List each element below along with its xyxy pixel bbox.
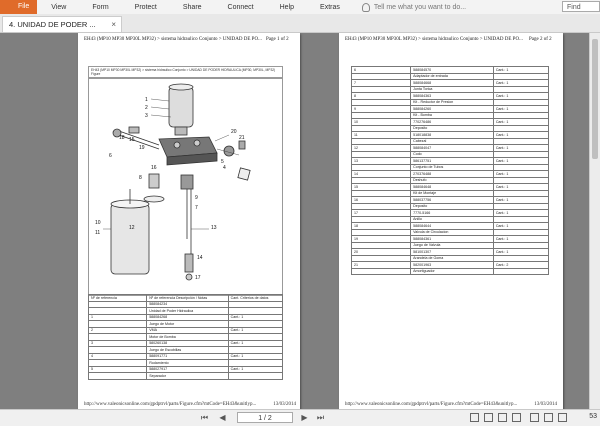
callout-label: 2 xyxy=(145,105,148,111)
menu-share[interactable]: Share xyxy=(169,4,214,11)
first-page-icon[interactable]: ⏮ xyxy=(200,413,209,422)
table-cell xyxy=(350,267,412,275)
scrollbar-thumb[interactable] xyxy=(592,39,598,159)
callout-label: 12 xyxy=(129,225,135,231)
find-input[interactable]: Find xyxy=(562,1,600,12)
page-number: Page 2 of 2 xyxy=(529,37,552,42)
callout-label: 16 xyxy=(151,165,157,171)
callout-label: 21 xyxy=(239,135,245,141)
table-row: Amortiguador xyxy=(350,267,550,275)
footer-date: 13/03/2014 xyxy=(534,402,557,407)
menu-file[interactable]: File xyxy=(0,0,38,14)
figure-title: EH43 (MP10 MP30 MP30L MP32) > sistema hi… xyxy=(88,66,283,78)
callout-label: 13 xyxy=(211,225,217,231)
tell-me-search[interactable]: Tell me what you want to do... xyxy=(361,2,467,12)
footer-url: http://www.valeonicsonline.com/gpdptrvl/… xyxy=(84,402,257,407)
page-header: EH43 (MP10 MP30 MP30L MP32) > sistema hi… xyxy=(345,37,552,42)
pdf-page-2: EH43 (MP10 MP30 MP30L MP32) > sistema hi… xyxy=(339,33,563,410)
page-number-input[interactable]: 1 / 2 xyxy=(237,412,293,423)
tab-bar: 4. UNIDAD DE PODER ... × xyxy=(0,14,600,33)
table-cell xyxy=(227,372,284,380)
callout-label: 8 xyxy=(139,175,142,181)
zoom-level[interactable]: 53 xyxy=(589,413,597,420)
menu-connect[interactable]: Connect xyxy=(214,4,266,11)
callout-label: 7 xyxy=(195,205,198,211)
footer-url: http://www.valeonicsonline.com/gpdptrvl/… xyxy=(345,402,518,407)
continuous-facing-view-icon[interactable] xyxy=(512,413,521,422)
hydraulic-unit-drawing: 1 2 3 4 5 6 7 8 9 10 11 12 13 14 15 16 1 xyxy=(95,83,251,281)
page-footer: http://www.valeonicsonline.com/gpdptrvl/… xyxy=(84,402,296,407)
callout-label: 9 xyxy=(195,195,198,201)
menu-extras[interactable]: Extras xyxy=(306,4,352,11)
menu-help[interactable]: Help xyxy=(266,4,306,11)
callout-label: 1 xyxy=(145,97,148,103)
table-cell xyxy=(492,267,550,275)
last-page-icon[interactable]: ⏭ xyxy=(316,413,325,422)
page-number: Page 1 of 2 xyxy=(266,37,289,42)
table-row: Separador xyxy=(87,372,284,380)
callout-label: 17 xyxy=(195,275,201,281)
callout-label: 15 xyxy=(129,137,135,143)
tab-title: 4. UNIDAD DE PODER ... xyxy=(9,20,96,29)
callout-label: 6 xyxy=(109,153,112,159)
footer-date: 13/03/2014 xyxy=(273,402,296,407)
facing-view-icon[interactable] xyxy=(498,413,507,422)
document-viewer[interactable]: EH43 (MP10 MP30 MP30L MP32) > sistema hi… xyxy=(0,33,600,410)
callout-label: 19 xyxy=(139,145,145,151)
close-icon[interactable]: × xyxy=(111,17,116,33)
page-footer: http://www.valeonicsonline.com/gpdptrvl/… xyxy=(345,402,557,407)
callout-label: 10 xyxy=(95,220,101,226)
table-cell xyxy=(87,372,148,380)
page-header: EH43 (MP10 MP30 MP30L MP32) > sistema hi… xyxy=(84,37,289,42)
parts-table-page2: 6 588084570 Cant.: 1 Adaptador de entrada 7 5… xyxy=(350,66,550,275)
single-page-view-icon[interactable] xyxy=(470,413,479,422)
callout-label: 3 xyxy=(145,113,148,119)
callout-label: 11 xyxy=(95,230,100,236)
menu-form[interactable]: Form xyxy=(78,4,120,11)
rotate-icon[interactable] xyxy=(558,413,567,422)
callout-label: 14 xyxy=(197,255,203,261)
parts-diagram: 1 2 3 4 5 6 7 8 9 10 11 12 13 14 15 16 1 xyxy=(88,78,283,296)
header-text: EH43 (MP10 MP30 MP30L MP32) > sistema hi… xyxy=(84,37,262,42)
pdf-page-1: EH43 (MP10 MP30 MP30L MP32) > sistema hi… xyxy=(78,33,300,410)
lightbulb-icon xyxy=(361,2,370,12)
menu-bar: File View Form Protect Share Connect Hel… xyxy=(0,0,600,14)
document-tab[interactable]: 4. UNIDAD DE PODER ... × xyxy=(2,16,122,32)
table-cell: Amortiguador xyxy=(410,267,494,275)
callout-label: 20 xyxy=(231,129,237,135)
callout-label: 4 xyxy=(223,165,226,171)
next-page-icon[interactable]: ▶ xyxy=(300,413,309,422)
table-cell: Separador xyxy=(146,372,229,380)
menu-view[interactable]: View xyxy=(37,4,78,11)
fit-width-icon[interactable] xyxy=(530,413,539,422)
callout-label: 5 xyxy=(221,159,224,165)
callout-label: 18 xyxy=(119,135,125,141)
header-text: EH43 (MP10 MP30 MP30L MP32) > sistema hi… xyxy=(345,37,523,42)
tell-me-text: Tell me what you want to do... xyxy=(373,3,467,11)
continuous-view-icon[interactable] xyxy=(484,413,493,422)
menu-protect[interactable]: Protect xyxy=(121,4,169,11)
status-bar: ⏮ ◀ 1 / 2 ▶ ⏭ 53 xyxy=(0,409,600,426)
vertical-scrollbar[interactable] xyxy=(589,33,600,410)
parts-table-page1: Nº de referencia Nº de referencia Descri… xyxy=(87,294,284,380)
prev-page-icon[interactable]: ◀ xyxy=(218,413,227,422)
fit-page-icon[interactable] xyxy=(544,413,553,422)
